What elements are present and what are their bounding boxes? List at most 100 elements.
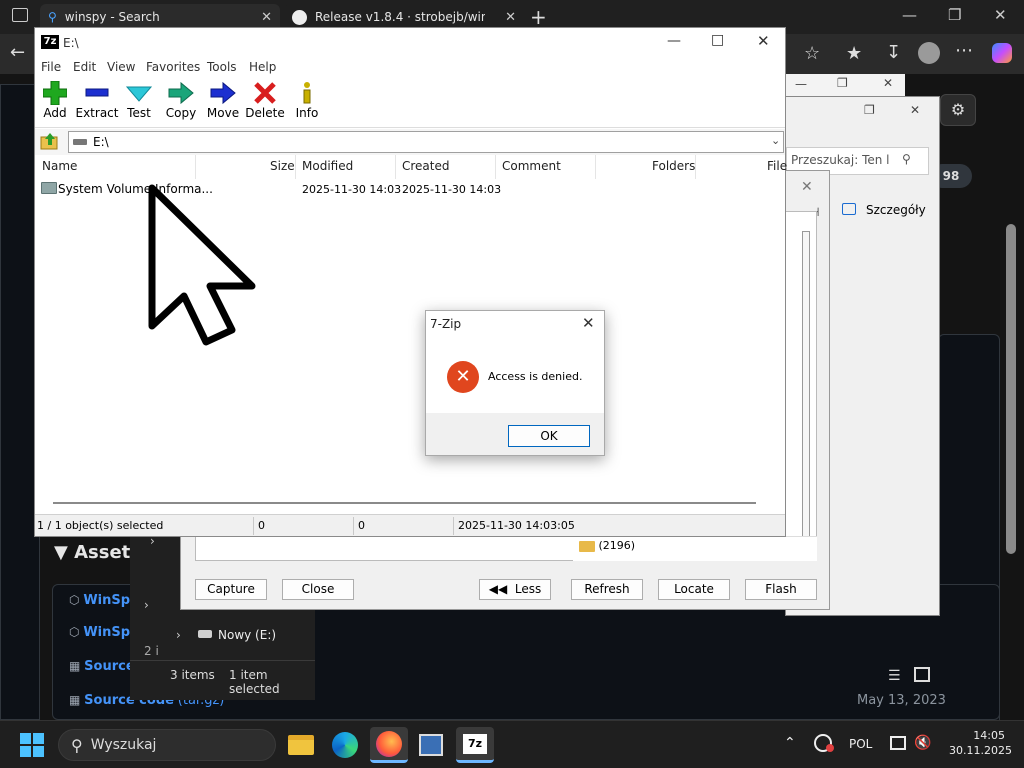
info-button[interactable]: Info	[282, 80, 332, 120]
column-name[interactable]: Name	[42, 159, 77, 173]
menu-bar: File Edit View Favorites Tools Help	[35, 58, 785, 78]
divider	[130, 660, 315, 661]
ok-button[interactable]: OK	[508, 425, 590, 447]
menu-edit[interactable]: Edit	[73, 60, 96, 74]
maximize-icon[interactable]: □	[711, 32, 724, 48]
asset-item[interactable]: ⬡ WinSp	[69, 593, 130, 608]
close-button[interactable]: Close	[282, 579, 354, 600]
status-bar: 1 / 1 object(s) selected 0 0 2025-11-30 …	[35, 514, 785, 536]
column-divider[interactable]	[395, 155, 396, 179]
assets-heading[interactable]: ▼ Assets	[54, 542, 141, 563]
flash-button[interactable]: Flash	[745, 579, 817, 600]
new-tab-button[interactable]: +	[530, 5, 547, 29]
folder-up-icon[interactable]	[40, 132, 60, 153]
status-date: 2025-11-30 14:03:05	[458, 519, 575, 532]
asset-item[interactable]: ⬡ WinSp	[69, 625, 130, 640]
dialog-title: 7-Zip	[430, 317, 462, 331]
minimize-icon[interactable]: —	[902, 6, 917, 24]
sync-icon[interactable]	[814, 734, 834, 752]
column-comment[interactable]: Comment	[502, 159, 561, 173]
tab-actions-icon[interactable]	[12, 8, 28, 22]
column-divider[interactable]	[695, 155, 696, 179]
address-text: E:\	[93, 135, 109, 149]
tiles-view-icon[interactable]	[914, 667, 930, 682]
start-windows-icon[interactable]	[20, 733, 44, 757]
column-created[interactable]: Created	[402, 159, 450, 173]
close-icon[interactable]: ✕	[582, 314, 595, 332]
details-view-icon[interactable]: ☰	[888, 668, 901, 684]
refresh-button[interactable]: Refresh	[571, 579, 643, 600]
menu-file[interactable]: File	[41, 60, 61, 74]
back-icon[interactable]: ←	[10, 42, 25, 63]
status-packed: 0	[358, 519, 365, 532]
toolbar: Add Extract Test Copy Move Delete Info	[35, 78, 785, 128]
edge-taskbar-icon[interactable]	[326, 727, 364, 763]
close-tab-icon[interactable]: ✕	[261, 10, 272, 25]
column-files[interactable]: File	[767, 159, 787, 173]
scrollbar[interactable]	[802, 231, 810, 541]
language-indicator[interactable]: POL	[849, 737, 872, 751]
column-divider[interactable]	[295, 155, 296, 179]
capture-button[interactable]: Capture	[195, 579, 267, 600]
close-window-icon[interactable]: ✕	[994, 6, 1007, 24]
close-icon[interactable]: ✕	[801, 179, 813, 195]
volume-muted-icon[interactable]: 🔇	[914, 735, 931, 751]
window-titlebar[interactable]: 7z E:\ — □ ✕	[35, 28, 785, 58]
window-title: E:\	[63, 36, 79, 50]
sevenzip-logo-icon: 7z	[41, 35, 59, 49]
close-icon[interactable]: ✕	[910, 103, 920, 117]
details-pane-button[interactable]: Szczegóły	[866, 203, 926, 217]
column-header-row: Name Size Modified Created Comment Folde…	[35, 155, 787, 179]
close-icon[interactable]: ✕	[757, 32, 770, 50]
drive-icon	[198, 630, 212, 638]
column-divider[interactable]	[595, 155, 596, 179]
menu-help[interactable]: Help	[249, 60, 276, 74]
chevron-right-icon[interactable]: ›	[176, 628, 181, 642]
favorites-icon[interactable]: ★	[846, 43, 862, 64]
github-icon	[292, 9, 307, 25]
maximize-icon[interactable]: ❐	[864, 103, 875, 117]
column-size[interactable]: Size	[270, 159, 295, 173]
maximize-icon[interactable]: ❐	[837, 76, 848, 90]
maximize-icon[interactable]: ❐	[948, 6, 961, 24]
column-divider[interactable]	[195, 155, 196, 179]
minimize-icon[interactable]: —	[667, 33, 681, 49]
chevron-up-icon[interactable]: ⌃	[784, 735, 796, 751]
page-scrollbar[interactable]	[1006, 224, 1016, 554]
filter-settings-icon[interactable]: ⚙	[940, 94, 976, 126]
taskbar-search[interactable]: ⚲ Wyszukaj	[58, 729, 276, 761]
mouse-cursor-icon	[148, 184, 256, 346]
more-icon[interactable]: ⋯	[955, 40, 973, 61]
asset-date: May 13, 2023	[857, 693, 946, 708]
menu-tools[interactable]: Tools	[207, 60, 237, 74]
chevron-right-icon[interactable]: ›	[144, 598, 149, 612]
download-icon[interactable]: ↧	[886, 42, 901, 63]
favorite-star-icon[interactable]: ☆	[804, 43, 820, 64]
menu-view[interactable]: View	[107, 60, 135, 74]
tree-item-drive-e[interactable]: Nowy (E:)	[218, 628, 276, 642]
minimize-icon[interactable]: —	[795, 77, 807, 91]
search-icon[interactable]: ⚲	[902, 152, 911, 166]
column-divider[interactable]	[495, 155, 496, 179]
less-button[interactable]: ◀◀ Less	[479, 579, 551, 600]
winspy-taskbar-icon[interactable]	[412, 727, 450, 763]
status-item-count: 3 items	[170, 668, 215, 682]
close-tab-icon[interactable]: ✕	[505, 10, 516, 25]
locate-button[interactable]: Locate	[658, 579, 730, 600]
row-created: 2025-11-30 14:03	[402, 183, 502, 196]
sevenzip-taskbar-icon[interactable]: 7z	[456, 727, 494, 763]
copilot-icon[interactable]	[992, 43, 1012, 63]
file-zip-icon: ▦	[69, 693, 81, 707]
close-icon[interactable]: ✕	[883, 76, 893, 90]
file-explorer-taskbar-icon[interactable]	[282, 727, 320, 763]
clock[interactable]: 14:05 30.11.2025	[949, 729, 1012, 757]
chevron-down-icon[interactable]: ⌄	[771, 134, 780, 147]
network-icon[interactable]	[890, 736, 906, 750]
column-folders[interactable]: Folders	[652, 159, 695, 173]
horizontal-scrollbar[interactable]	[53, 502, 756, 504]
menu-favorites[interactable]: Favorites	[146, 60, 200, 74]
firefox-taskbar-icon[interactable]	[370, 727, 408, 763]
column-modified[interactable]: Modified	[302, 159, 353, 173]
profile-avatar[interactable]	[918, 42, 940, 64]
address-input[interactable]: E:\ ⌄	[68, 131, 784, 153]
